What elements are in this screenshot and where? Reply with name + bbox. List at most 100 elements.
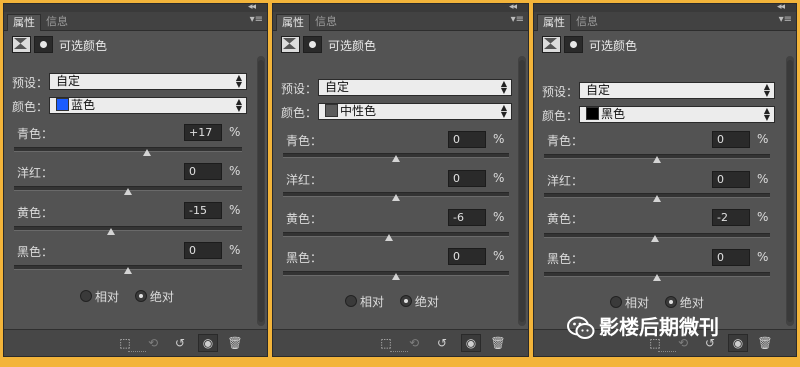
black-percent: %: [757, 250, 769, 264]
cyan-input[interactable]: 0: [448, 131, 486, 148]
yellow-input[interactable]: -6: [448, 209, 486, 226]
color-dropdown[interactable]: 蓝色 ▲ ▼: [49, 97, 247, 114]
panel-menu-icon[interactable]: ▾≡: [511, 15, 524, 25]
radio-relative-label[interactable]: 相对: [360, 295, 384, 309]
radio-absolute[interactable]: 绝对: [664, 296, 704, 310]
radio-relative-label[interactable]: 相对: [625, 296, 649, 310]
visibility-eye-icon[interactable]: ◉: [198, 334, 218, 352]
trash-icon[interactable]: 🗑: [756, 335, 774, 351]
radio-absolute-label[interactable]: 绝对: [415, 295, 439, 309]
yellow-label: 黄色：: [286, 212, 323, 226]
radio-relative-label[interactable]: 相对: [95, 290, 119, 304]
panel-scrollbar[interactable]: [786, 56, 794, 326]
panel-menu-icon[interactable]: ▾≡: [250, 15, 263, 25]
trash-icon[interactable]: 🗑: [489, 335, 507, 351]
scrollbar-thumb[interactable]: [258, 60, 264, 322]
black-slider-thumb[interactable]: [392, 273, 400, 280]
black-input[interactable]: 0: [184, 242, 222, 259]
panel-collapse-strip: ◂◂: [534, 2, 796, 12]
radio-relative[interactable]: 相对: [610, 296, 649, 310]
resize-grip[interactable]: [390, 351, 408, 355]
black-label: 黑色：: [17, 245, 54, 259]
radio-absolute-label[interactable]: 绝对: [680, 296, 704, 310]
panel-tabbar: 属性 信息 ▾≡: [273, 12, 528, 31]
method-radio-group: 相对 绝对: [610, 294, 704, 311]
preset-dropdown[interactable]: 自定 ▲ ▼: [318, 79, 512, 96]
preset-dropdown[interactable]: 自定 ▲ ▼: [49, 73, 247, 90]
magenta-input[interactable]: 0: [184, 163, 222, 180]
yellow-slider-thumb[interactable]: [385, 234, 394, 241]
tab-properties[interactable]: 属性: [276, 14, 310, 31]
radio-relative-icon[interactable]: [610, 296, 622, 308]
layer-mask-icon[interactable]: [34, 36, 53, 53]
radio-relative[interactable]: 相对: [80, 290, 119, 304]
black-input[interactable]: 0: [448, 248, 486, 265]
black-label: 黑色：: [286, 251, 323, 265]
black-slider-thumb[interactable]: [124, 267, 132, 274]
yellow-slider-thumb[interactable]: [650, 235, 659, 242]
tab-info[interactable]: 信息: [310, 14, 342, 30]
cyan-slider-thumb[interactable]: [392, 155, 400, 162]
scrollbar-thumb[interactable]: [519, 60, 525, 322]
reset-icon[interactable]: ↺: [433, 335, 451, 351]
panel-scrollbar[interactable]: [518, 56, 526, 326]
yellow-slider-track[interactable]: [14, 226, 242, 231]
panel-scrollbar[interactable]: [257, 56, 265, 326]
preset-dropdown[interactable]: 自定 ▲ ▼: [579, 82, 775, 99]
cyan-slider-track[interactable]: [14, 147, 242, 152]
radio-relative-icon[interactable]: [345, 295, 357, 307]
selective-color-icon: [281, 36, 300, 53]
visibility-eye-icon[interactable]: ◉: [728, 334, 748, 352]
magenta-slider-thumb[interactable]: [124, 188, 132, 195]
magenta-slider-thumb[interactable]: [392, 194, 400, 201]
layer-mask-icon[interactable]: [564, 36, 583, 53]
magenta-input[interactable]: 0: [448, 170, 486, 187]
cyan-slider-thumb[interactable]: [653, 156, 661, 163]
radio-absolute-icon[interactable]: [664, 296, 677, 308]
yellow-input[interactable]: -2: [712, 209, 750, 226]
yellow-input[interactable]: -15: [184, 202, 222, 219]
reset-icon[interactable]: ↺: [171, 335, 189, 351]
radio-relative-icon[interactable]: [80, 290, 92, 302]
yellow-slider-thumb[interactable]: [106, 228, 115, 235]
color-dropdown[interactable]: 黑色 ▲ ▼: [579, 106, 775, 123]
radio-absolute-icon[interactable]: [399, 295, 412, 307]
color-dropdown[interactable]: 中性色 ▲ ▼: [318, 103, 512, 120]
tab-properties[interactable]: 属性: [7, 14, 41, 31]
scrollbar-thumb[interactable]: [787, 60, 793, 322]
yellow-label: 黄色：: [547, 212, 584, 226]
trash-icon[interactable]: 🗑: [226, 335, 244, 351]
magenta-input[interactable]: 0: [712, 171, 750, 188]
radio-absolute-label[interactable]: 绝对: [150, 290, 174, 304]
view-previous-icon[interactable]: ⟲: [405, 335, 423, 351]
resize-grip[interactable]: [658, 351, 676, 355]
panel-menu-icon[interactable]: ▾≡: [779, 15, 792, 25]
tab-info[interactable]: 信息: [571, 14, 603, 30]
adjustment-title: 可选颜色: [589, 39, 638, 53]
cyan-input[interactable]: 0: [712, 131, 750, 148]
black-input[interactable]: 0: [712, 249, 750, 266]
view-previous-icon[interactable]: ⟲: [144, 335, 162, 351]
yellow-percent: %: [229, 203, 241, 217]
clip-to-layer-icon[interactable]: ⬚: [377, 335, 395, 351]
cyan-slider-thumb[interactable]: [143, 149, 152, 156]
yellow-slider-track[interactable]: [283, 232, 509, 237]
clip-to-layer-icon[interactable]: ⬚: [116, 335, 134, 351]
radio-absolute[interactable]: 绝对: [134, 290, 174, 304]
layer-mask-icon[interactable]: [303, 36, 322, 53]
radio-relative[interactable]: 相对: [345, 295, 384, 309]
black-slider-thumb[interactable]: [653, 274, 661, 281]
yellow-percent: %: [757, 210, 769, 224]
radio-absolute[interactable]: 绝对: [399, 295, 439, 309]
radio-absolute-icon[interactable]: [134, 290, 147, 302]
tab-info[interactable]: 信息: [41, 14, 73, 30]
cyan-input[interactable]: +17: [184, 124, 222, 141]
magenta-percent: %: [229, 164, 241, 178]
tab-properties[interactable]: 属性: [537, 14, 571, 31]
magenta-slider-thumb[interactable]: [653, 195, 661, 202]
cyan-percent: %: [757, 132, 769, 146]
resize-grip[interactable]: [128, 351, 146, 355]
color-swatch: [56, 98, 69, 111]
cyan-label: 青色：: [547, 134, 584, 148]
visibility-eye-icon[interactable]: ◉: [461, 334, 481, 352]
